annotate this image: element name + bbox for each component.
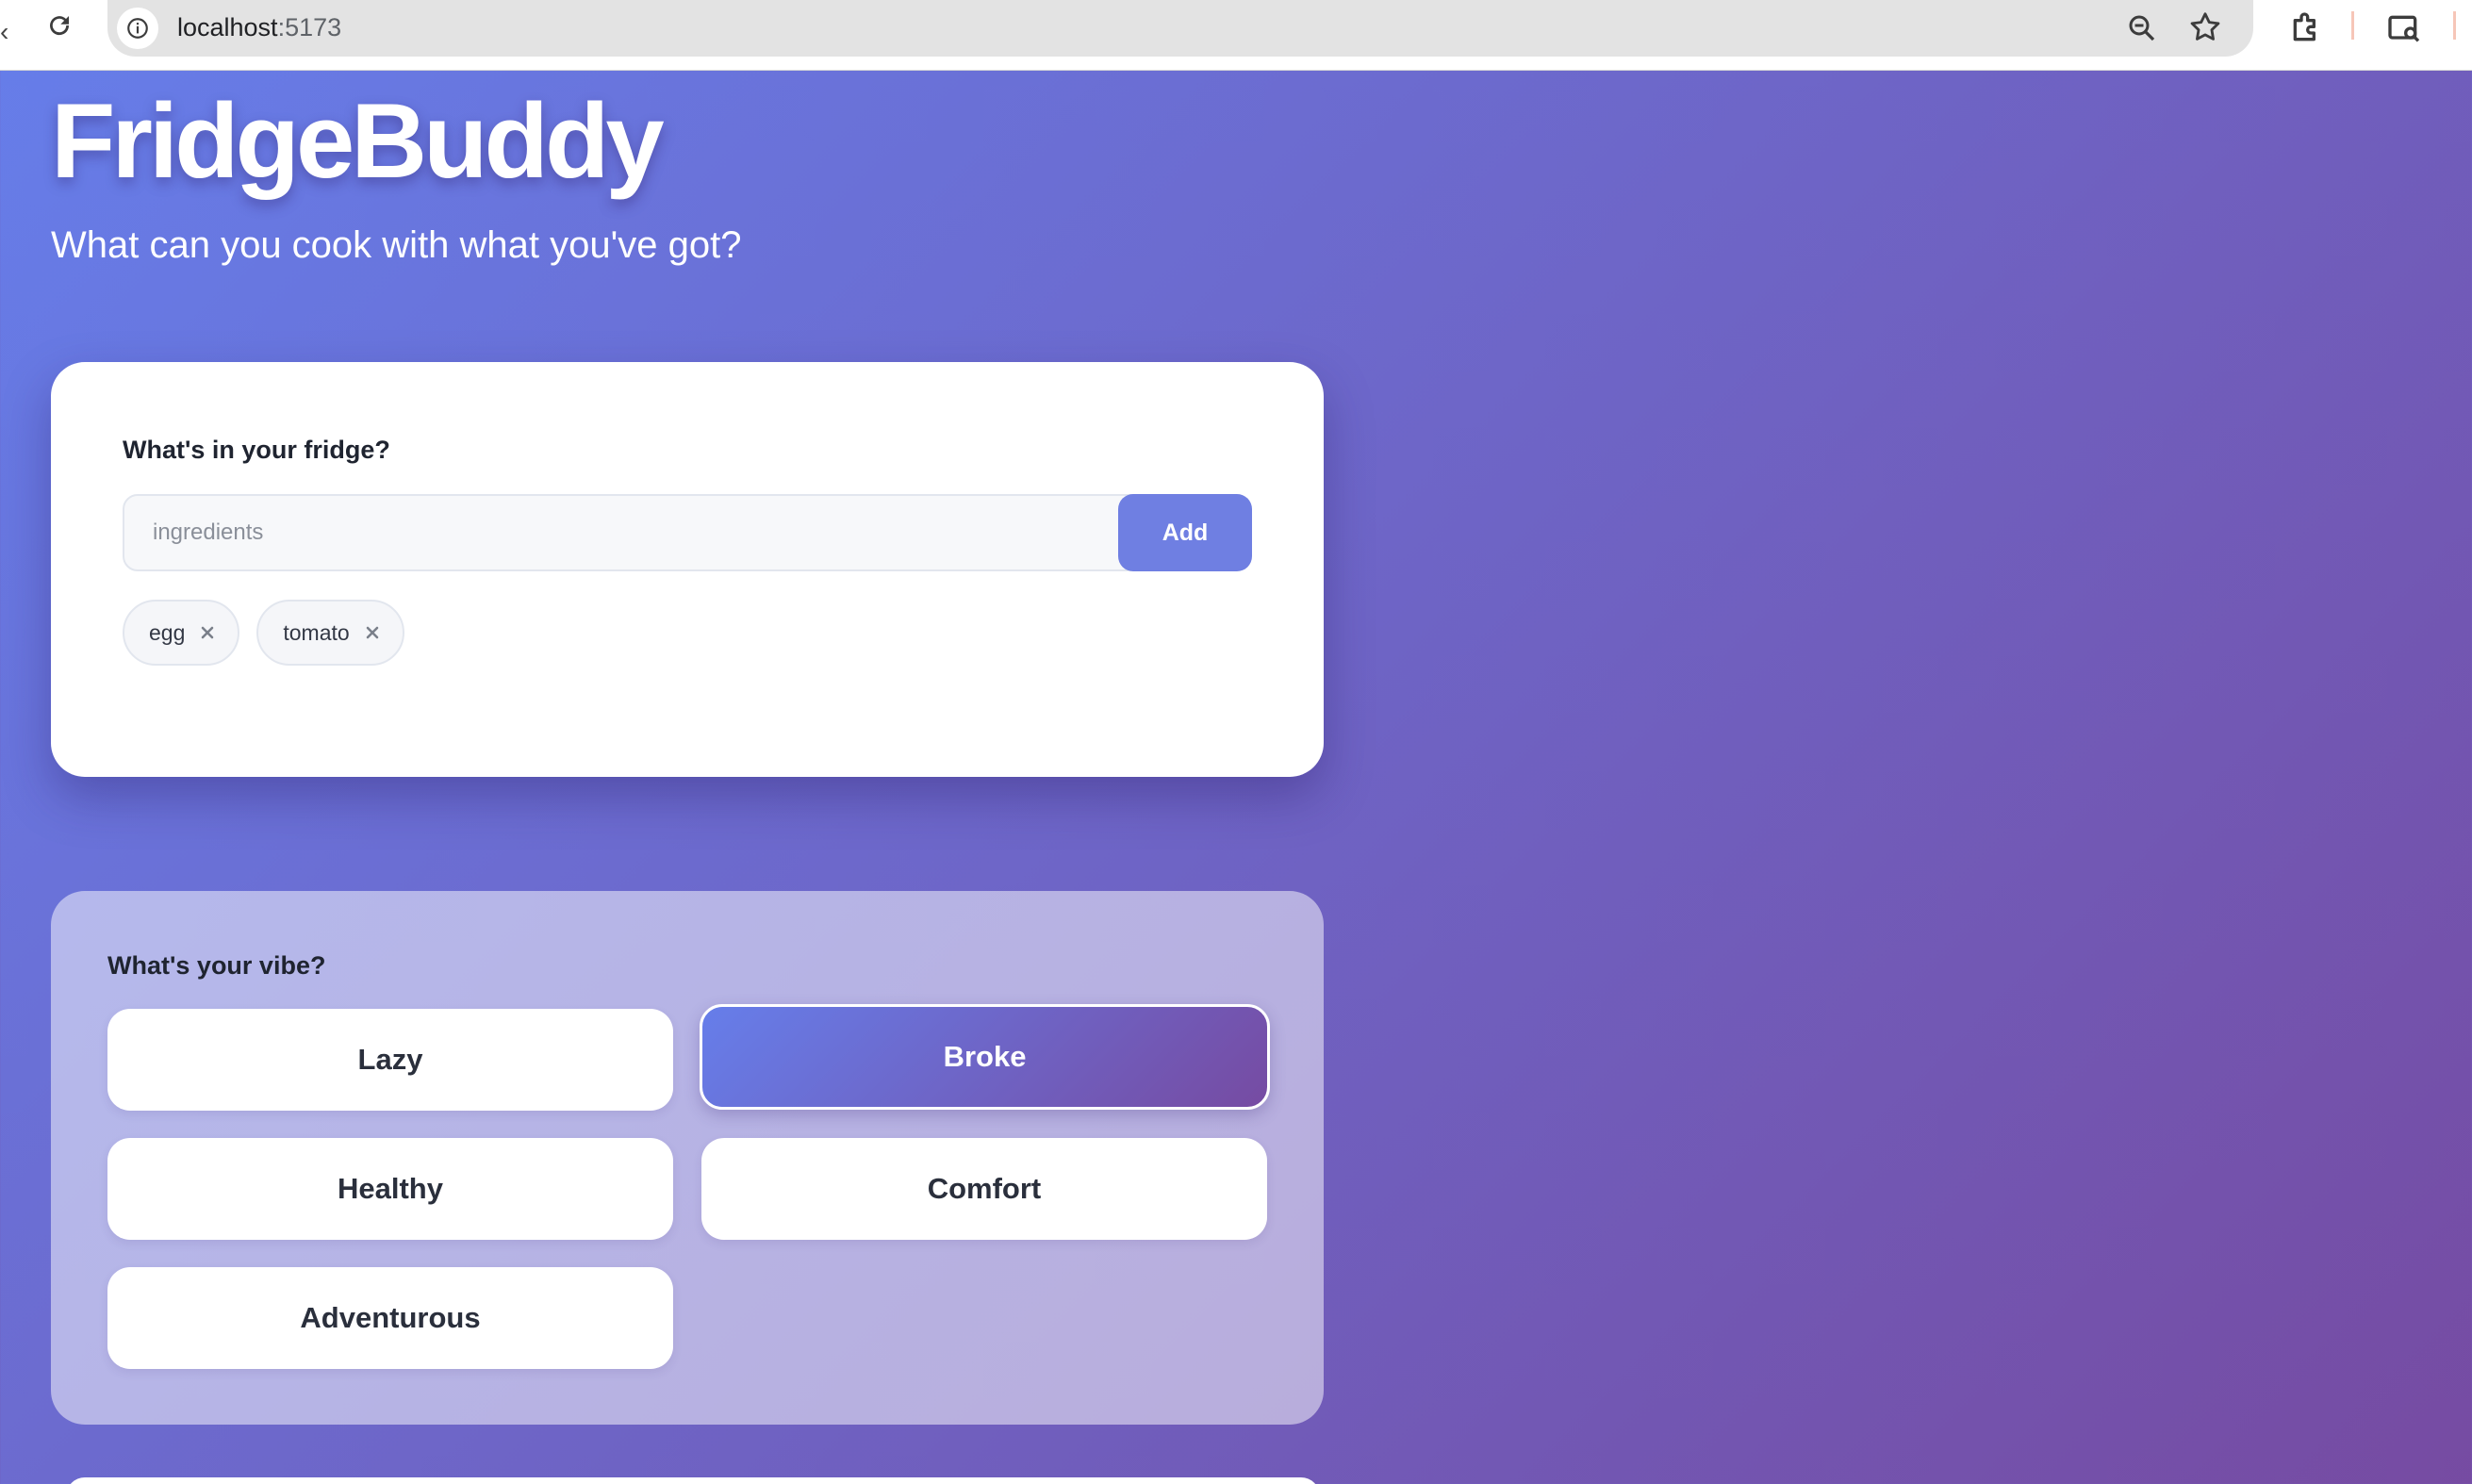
- extensions-icon[interactable]: [2287, 9, 2325, 52]
- vibe-option-comfort[interactable]: Comfort: [701, 1138, 1267, 1240]
- app-title: FridgeBuddy: [51, 82, 665, 200]
- zoom-icon[interactable]: [2125, 11, 2159, 50]
- fridge-label: What's in your fridge?: [123, 436, 390, 464]
- next-card-edge: [66, 1477, 1320, 1484]
- vibe-label: What's your vibe?: [107, 951, 326, 980]
- ingredient-chip-label: egg: [149, 619, 186, 645]
- vibe-option-broke[interactable]: Broke: [700, 1004, 1270, 1110]
- vibe-card: What's your vibe? Lazy Broke Healthy Com…: [51, 891, 1324, 1425]
- vibe-option-healthy[interactable]: Healthy: [107, 1138, 673, 1240]
- url-port: :5173: [277, 13, 342, 41]
- remove-ingredient-icon[interactable]: [365, 625, 380, 640]
- back-icon[interactable]: ‹: [0, 17, 8, 47]
- app-subtitle: What can you cook with what you've got?: [51, 224, 742, 266]
- url-host: localhost: [177, 13, 278, 41]
- bookmark-star-icon[interactable]: [2187, 9, 2223, 50]
- reload-icon[interactable]: [43, 9, 75, 41]
- toolbar-divider: [2453, 11, 2456, 40]
- vibe-option-adventurous[interactable]: Adventurous: [107, 1267, 673, 1369]
- toolbar-divider: [2351, 11, 2354, 40]
- add-ingredient-button[interactable]: Add: [1118, 494, 1252, 571]
- vibe-option-lazy[interactable]: Lazy: [107, 1009, 673, 1111]
- remove-ingredient-icon[interactable]: [200, 625, 215, 640]
- site-info-icon[interactable]: [117, 8, 158, 49]
- ingredient-chip: egg: [123, 600, 240, 666]
- url-text: localhost:5173: [177, 13, 341, 42]
- profile-icon[interactable]: [2385, 9, 2423, 52]
- fridge-card: What's in your fridge? Add egg tomato: [51, 362, 1324, 777]
- ingredient-chip-label: tomato: [283, 619, 350, 645]
- ingredient-input[interactable]: [123, 494, 1152, 571]
- browser-toolbar: ‹ localhost:5173: [0, 0, 2472, 71]
- ingredient-chips: egg tomato: [123, 600, 404, 666]
- ingredient-chip: tomato: [256, 600, 404, 666]
- address-bar[interactable]: localhost:5173: [107, 0, 2253, 57]
